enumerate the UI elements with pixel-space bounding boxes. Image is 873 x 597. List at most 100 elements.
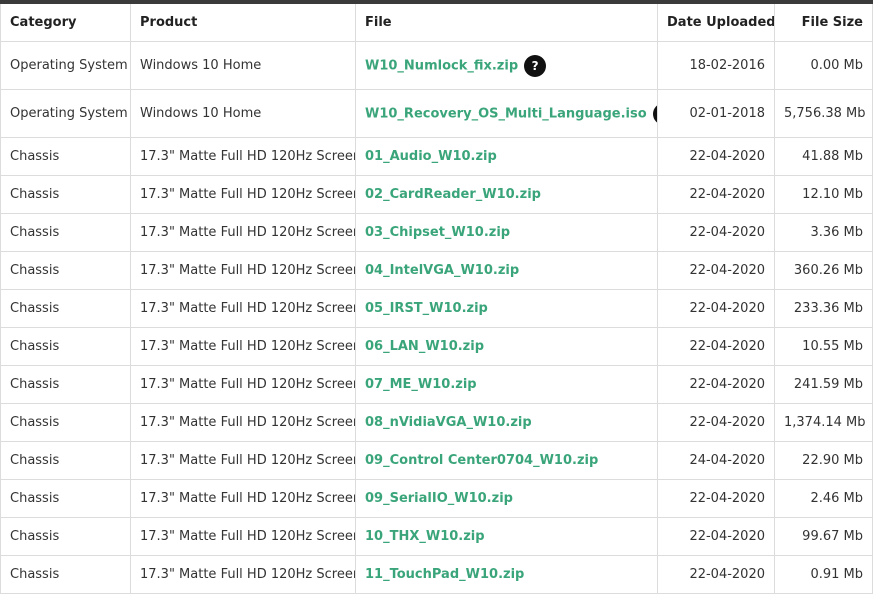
cell-category: Chassis	[0, 441, 131, 480]
cell-date-uploaded: 22-04-2020	[657, 251, 775, 290]
cell-file: 10_THX_W10.zip	[355, 517, 658, 556]
cell-file: W10_Recovery_OS_Multi_Language.iso?	[355, 89, 658, 138]
cell-date-uploaded: 22-04-2020	[657, 517, 775, 556]
header-file[interactable]: File	[355, 4, 658, 42]
file-download-link[interactable]: 08_nVidiaVGA_W10.zip	[365, 415, 532, 430]
header-date-uploaded[interactable]: Date Uploaded	[657, 4, 775, 42]
cell-date-uploaded: 22-04-2020	[657, 327, 775, 366]
table-row: Chassis 17.3" Matte Full HD 120Hz Screen 0…	[0, 441, 873, 480]
table-row: Chassis 17.3" Matte Full HD 120Hz Screen 0…	[0, 213, 873, 252]
cell-category: Chassis	[0, 517, 131, 556]
cell-product: Windows 10 Home	[130, 41, 356, 90]
cell-product: Windows 10 Home	[130, 89, 356, 138]
cell-file-size: 0.91 Mb	[774, 555, 873, 594]
file-download-link[interactable]: 06_LAN_W10.zip	[365, 339, 484, 354]
table-row: Chassis 17.3" Matte Full HD 120Hz Screen 0…	[0, 365, 873, 404]
table-row: Chassis 17.3" Matte Full HD 120Hz Screen 0…	[0, 403, 873, 442]
cell-file: 06_LAN_W10.zip	[355, 327, 658, 366]
table-row: Chassis 17.3" Matte Full HD 120Hz Screen 0…	[0, 289, 873, 328]
cell-file-size: 12.10 Mb	[774, 175, 873, 214]
table-row: Operating System Windows 10 Home W10_Recov…	[0, 89, 873, 138]
file-download-link[interactable]: 05_IRST_W10.zip	[365, 301, 488, 316]
cell-date-uploaded: 22-04-2020	[657, 479, 775, 518]
cell-file-size: 1,374.14 Mb	[774, 403, 873, 442]
cell-product: 17.3" Matte Full HD 120Hz Screen	[130, 555, 356, 594]
cell-product: 17.3" Matte Full HD 120Hz Screen	[130, 289, 356, 328]
cell-file-size: 99.67 Mb	[774, 517, 873, 556]
cell-date-uploaded: 02-01-2018	[657, 89, 775, 138]
cell-category: Chassis	[0, 251, 131, 290]
cell-product: 17.3" Matte Full HD 120Hz Screen	[130, 327, 356, 366]
file-download-link[interactable]: 07_ME_W10.zip	[365, 377, 477, 392]
cell-date-uploaded: 18-02-2016	[657, 41, 775, 90]
cell-product: 17.3" Matte Full HD 120Hz Screen	[130, 137, 356, 176]
cell-category: Chassis	[0, 555, 131, 594]
cell-file-size: 3.36 Mb	[774, 213, 873, 252]
cell-file: 04_IntelVGA_W10.zip	[355, 251, 658, 290]
cell-date-uploaded: 22-04-2020	[657, 175, 775, 214]
cell-file-size: 0.00 Mb	[774, 41, 873, 90]
cell-category: Chassis	[0, 137, 131, 176]
cell-file: 07_ME_W10.zip	[355, 365, 658, 404]
cell-file: 09_SerialIO_W10.zip	[355, 479, 658, 518]
file-download-link[interactable]: 03_Chipset_W10.zip	[365, 225, 510, 240]
cell-product: 17.3" Matte Full HD 120Hz Screen	[130, 517, 356, 556]
table-header-row: Category Product File Date Uploaded File…	[0, 4, 873, 42]
file-download-link[interactable]: 11_TouchPad_W10.zip	[365, 567, 524, 582]
cell-file-size: 5,756.38 Mb	[774, 89, 873, 138]
table-row: Operating System Windows 10 Home W10_Numlo…	[0, 41, 873, 90]
table-row: Chassis 17.3" Matte Full HD 120Hz Screen 0…	[0, 479, 873, 518]
cell-file-size: 2.46 Mb	[774, 479, 873, 518]
cell-category: Chassis	[0, 479, 131, 518]
cell-file: 09_Control Center0704_W10.zip	[355, 441, 658, 480]
cell-date-uploaded: 22-04-2020	[657, 555, 775, 594]
cell-file-size: 233.36 Mb	[774, 289, 873, 328]
cell-file: 08_nVidiaVGA_W10.zip	[355, 403, 658, 442]
cell-file: W10_Numlock_fix.zip?	[355, 41, 658, 90]
cell-category: Chassis	[0, 213, 131, 252]
file-download-link[interactable]: 10_THX_W10.zip	[365, 529, 485, 544]
cell-date-uploaded: 22-04-2020	[657, 403, 775, 442]
help-question-icon[interactable]: ?	[652, 102, 657, 125]
cell-date-uploaded: 22-04-2020	[657, 213, 775, 252]
cell-product: 17.3" Matte Full HD 120Hz Screen	[130, 175, 356, 214]
cell-file: 05_IRST_W10.zip	[355, 289, 658, 328]
cell-file: 11_TouchPad_W10.zip	[355, 555, 658, 594]
header-file-size[interactable]: File Size	[774, 4, 873, 42]
cell-category: Chassis	[0, 365, 131, 404]
cell-product: 17.3" Matte Full HD 120Hz Screen	[130, 441, 356, 480]
cell-date-uploaded: 22-04-2020	[657, 289, 775, 328]
cell-product: 17.3" Matte Full HD 120Hz Screen	[130, 479, 356, 518]
cell-product: 17.3" Matte Full HD 120Hz Screen	[130, 213, 356, 252]
table-row: Chassis 17.3" Matte Full HD 120Hz Screen 0…	[0, 251, 873, 290]
file-download-link[interactable]: 09_Control Center0704_W10.zip	[365, 453, 598, 468]
file-download-link[interactable]: W10_Recovery_OS_Multi_Language.iso	[365, 106, 647, 121]
file-download-link[interactable]: 09_SerialIO_W10.zip	[365, 491, 513, 506]
cell-date-uploaded: 22-04-2020	[657, 137, 775, 176]
header-product[interactable]: Product	[130, 4, 356, 42]
cell-category: Operating System	[0, 89, 131, 138]
cell-category: Operating System	[0, 41, 131, 90]
cell-product: 17.3" Matte Full HD 120Hz Screen	[130, 365, 356, 404]
downloads-table: Category Product File Date Uploaded File…	[0, 4, 873, 594]
table-row: Chassis 17.3" Matte Full HD 120Hz Screen 0…	[0, 137, 873, 176]
cell-category: Chassis	[0, 289, 131, 328]
file-download-link[interactable]: 02_CardReader_W10.zip	[365, 187, 541, 202]
file-download-link[interactable]: 04_IntelVGA_W10.zip	[365, 263, 519, 278]
table-row: Chassis 17.3" Matte Full HD 120Hz Screen 1…	[0, 517, 873, 556]
cell-category: Chassis	[0, 327, 131, 366]
file-download-link[interactable]: W10_Numlock_fix.zip	[365, 58, 518, 73]
cell-file-size: 41.88 Mb	[774, 137, 873, 176]
cell-file-size: 10.55 Mb	[774, 327, 873, 366]
cell-file: 01_Audio_W10.zip	[355, 137, 658, 176]
cell-date-uploaded: 24-04-2020	[657, 441, 775, 480]
table-row: Chassis 17.3" Matte Full HD 120Hz Screen 0…	[0, 175, 873, 214]
cell-file-size: 22.90 Mb	[774, 441, 873, 480]
header-category[interactable]: Category	[0, 4, 131, 42]
cell-product: 17.3" Matte Full HD 120Hz Screen	[130, 403, 356, 442]
cell-file-size: 241.59 Mb	[774, 365, 873, 404]
table-row: Chassis 17.3" Matte Full HD 120Hz Screen 1…	[0, 555, 873, 594]
file-download-link[interactable]: 01_Audio_W10.zip	[365, 149, 497, 164]
cell-product: 17.3" Matte Full HD 120Hz Screen	[130, 251, 356, 290]
help-question-icon[interactable]: ?	[524, 54, 547, 77]
